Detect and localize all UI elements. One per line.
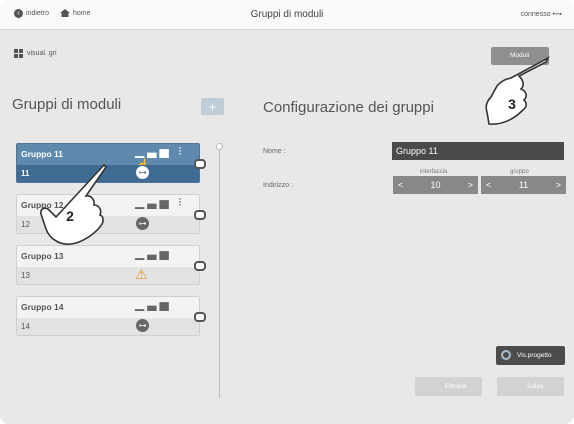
step-3-label: 3 — [508, 96, 516, 112]
step-3-hand-annotation: 3 — [485, 56, 550, 125]
app-window: ‹ indietro home Gruppi di moduli conness… — [0, 0, 574, 424]
